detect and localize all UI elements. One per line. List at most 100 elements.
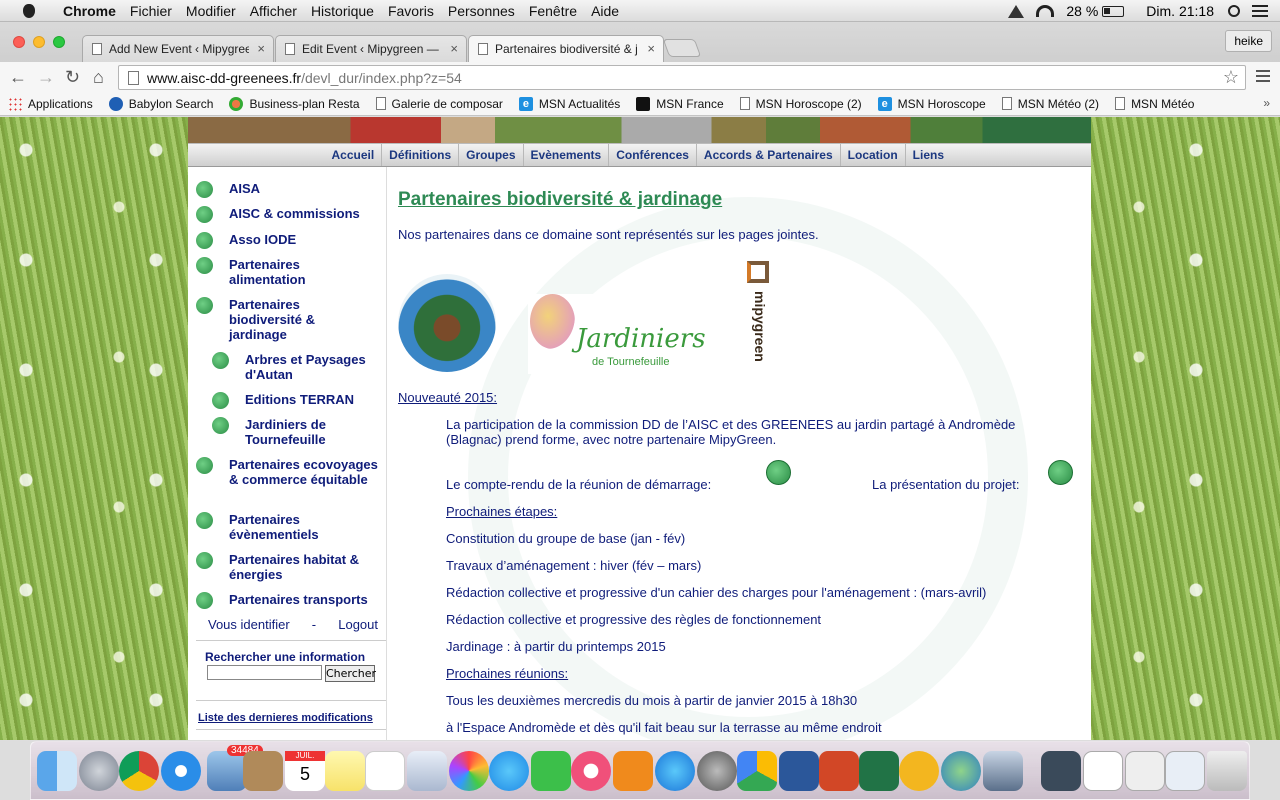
- wifi-icon[interactable]: [1036, 5, 1055, 17]
- menu-historique[interactable]: Historique: [304, 3, 381, 19]
- menu-modifier[interactable]: Modifier: [179, 3, 243, 19]
- powerpoint-icon[interactable]: [819, 751, 859, 791]
- bookmark-babylon-search[interactable]: Babylon Search: [108, 96, 213, 111]
- menu-personnes[interactable]: Personnes: [441, 3, 522, 19]
- word-icon[interactable]: [779, 751, 819, 791]
- sidebar-item-alimentation[interactable]: Partenaires alimentation: [196, 257, 346, 287]
- launchpad-icon[interactable]: [79, 751, 119, 791]
- mail-icon[interactable]: 34484: [207, 745, 263, 791]
- google-drive-icon[interactable]: [737, 751, 777, 791]
- menu-fenetre[interactable]: Fenêtre: [522, 3, 584, 19]
- close-tab-icon[interactable]: ×: [257, 41, 265, 56]
- nav-definitions[interactable]: Définitions: [381, 144, 458, 166]
- spotlight-icon[interactable]: [1228, 5, 1240, 17]
- finder-icon[interactable]: [37, 751, 77, 791]
- logout-link[interactable]: Logout: [338, 617, 378, 632]
- sidebar-item-aisc[interactable]: AISC & commissions: [196, 206, 395, 223]
- nav-location[interactable]: Location: [839, 144, 905, 166]
- bookmark-msn-actualites[interactable]: e MSN Actualités: [518, 96, 620, 111]
- image-capture-icon[interactable]: [983, 751, 1023, 791]
- outlook-icon[interactable]: [899, 751, 939, 791]
- address-bar[interactable]: www.aisc-dd-greenees.fr/devl_dur/index.p…: [118, 65, 1246, 90]
- login-link[interactable]: Vous identifier: [208, 617, 290, 632]
- menu-aide[interactable]: Aide: [584, 3, 626, 19]
- reminders-icon[interactable]: [365, 751, 405, 791]
- menu-app-name[interactable]: Chrome: [56, 3, 123, 19]
- sidebar-item-transports[interactable]: Partenaires transports: [196, 592, 395, 609]
- nav-evenements[interactable]: Evènements: [522, 144, 609, 166]
- tab-add-new-event[interactable]: Add New Event ‹ Mipygreen ×: [82, 35, 274, 62]
- notes-icon[interactable]: [325, 751, 365, 791]
- system-preferences-icon[interactable]: [697, 751, 737, 791]
- sidebar-item-evenementiels[interactable]: Partenaires évènementiels: [196, 512, 346, 542]
- battery-icon[interactable]: [1102, 5, 1125, 17]
- facetime-icon[interactable]: [531, 751, 571, 791]
- ibooks-icon[interactable]: [613, 751, 653, 791]
- bookmark-msn-meteo-2[interactable]: MSN Météo (2): [1001, 97, 1099, 111]
- back-arrow-icon[interactable]: ←: [9, 67, 27, 88]
- bookmark-msn-meteo[interactable]: MSN Météo: [1115, 97, 1194, 111]
- search-button[interactable]: Chercher: [325, 665, 376, 682]
- nav-accords-partenaires[interactable]: Accords & Partenaires: [695, 144, 840, 166]
- last-modifications-link[interactable]: Liste des dernieres modifications: [198, 712, 373, 724]
- photos-icon[interactable]: [449, 751, 489, 791]
- bookmark-business-plan[interactable]: Business-plan Resta: [229, 96, 360, 111]
- finder-window-icon[interactable]: [1125, 751, 1165, 791]
- sidebar-item-habitat-energies[interactable]: Partenaires habitat & énergies: [196, 552, 386, 582]
- bookmark-galerie[interactable]: Galerie de composar: [375, 97, 503, 111]
- messages-icon[interactable]: [489, 751, 529, 791]
- nav-groupes[interactable]: Groupes: [458, 144, 522, 166]
- forward-arrow-icon[interactable]: →: [37, 67, 55, 88]
- close-tab-icon[interactable]: ×: [647, 41, 655, 56]
- close-tab-icon[interactable]: ×: [450, 41, 458, 56]
- notification-center-icon[interactable]: [1252, 5, 1268, 17]
- sidebar-item-ecovoyages[interactable]: Partenaires ecovoyages & commerce équita…: [196, 457, 381, 487]
- menu-fichier[interactable]: Fichier: [123, 3, 179, 19]
- bookmark-msn-horoscope[interactable]: e MSN Horoscope: [877, 96, 986, 111]
- sidebar-item-aisa[interactable]: AISA: [196, 181, 395, 198]
- tab-edit-event[interactable]: Edit Event ‹ Mipygreen — W ×: [275, 35, 467, 62]
- chrome-menu-icon[interactable]: [1256, 70, 1270, 82]
- nav-accueil[interactable]: Accueil: [324, 144, 381, 166]
- tree-logo-icon[interactable]: [398, 274, 496, 372]
- menu-afficher[interactable]: Afficher: [243, 3, 304, 19]
- contacts-icon[interactable]: [243, 751, 283, 791]
- quicktime-icon[interactable]: [1083, 751, 1123, 791]
- bookmark-msn-france[interactable]: MSN France: [636, 96, 724, 111]
- sidebar-item-arbres-paysages[interactable]: Arbres et Paysages d'Autan: [212, 352, 382, 382]
- more-bookmarks-icon[interactable]: »: [1263, 96, 1270, 110]
- reload-icon[interactable]: ↻: [65, 67, 80, 88]
- sidebar-item-biodiversite[interactable]: Partenaires biodiversité & jardinage: [196, 297, 346, 342]
- zoom-window-button[interactable]: [53, 36, 65, 48]
- itunes-icon[interactable]: [571, 751, 611, 791]
- screen-icon[interactable]: [1041, 751, 1081, 791]
- clock[interactable]: Dim. 21:18: [1146, 3, 1214, 19]
- calendar-icon[interactable]: JUIL. 5: [285, 751, 325, 791]
- new-tab-button[interactable]: [662, 39, 702, 57]
- google-drive-icon[interactable]: [1008, 4, 1025, 18]
- profile-button[interactable]: heike: [1225, 30, 1272, 52]
- mipygreen-logo[interactable]: mipygreen: [738, 253, 794, 373]
- excel-icon[interactable]: [859, 751, 899, 791]
- presentation-download-icon[interactable]: [1048, 460, 1073, 485]
- search-input[interactable]: [207, 665, 322, 680]
- preview-icon[interactable]: [407, 751, 447, 791]
- trash-icon[interactable]: [1207, 751, 1247, 791]
- bookmark-msn-horoscope-2[interactable]: MSN Horoscope (2): [739, 97, 862, 111]
- menu-favoris[interactable]: Favoris: [381, 3, 441, 19]
- tab-partenaires[interactable]: Partenaires biodiversité & j ×: [468, 35, 664, 62]
- network-icon[interactable]: [941, 751, 981, 791]
- downloads-icon[interactable]: [1165, 751, 1205, 791]
- minimize-window-button[interactable]: [33, 36, 45, 48]
- nav-liens[interactable]: Liens: [904, 144, 951, 166]
- apple-icon[interactable]: [18, 0, 40, 22]
- safari-icon[interactable]: [161, 751, 201, 791]
- close-window-button[interactable]: [13, 36, 25, 48]
- chrome-icon[interactable]: [119, 751, 159, 791]
- bookmark-applications[interactable]: Applications: [8, 96, 93, 111]
- sidebar-item-asso-iode[interactable]: Asso IODE: [196, 232, 395, 249]
- sidebar-item-editions-terran[interactable]: Editions TERRAN: [212, 392, 411, 409]
- sidebar-item-jardiniers-tournefeuille[interactable]: Jardiniers de Tournefeuille: [212, 417, 372, 447]
- bookmark-star-icon[interactable]: ☆: [1223, 67, 1239, 88]
- report-download-icon[interactable]: [766, 460, 791, 485]
